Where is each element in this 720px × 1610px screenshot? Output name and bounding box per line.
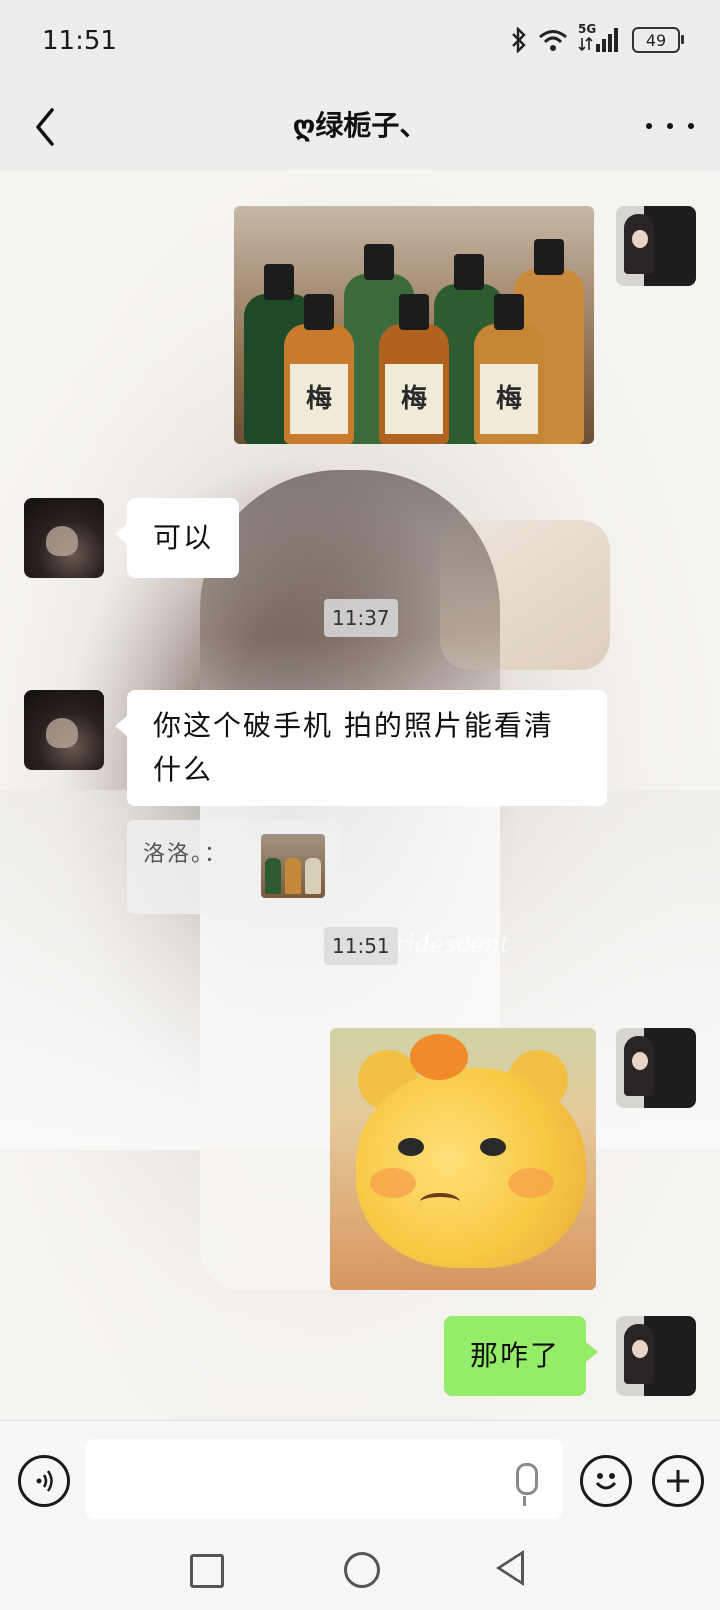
chat-header: ღ绿栀子、 — [0, 84, 720, 170]
chat-title[interactable]: ღ绿栀子、 — [0, 104, 720, 144]
wifi-icon — [539, 30, 567, 51]
status-bar: 11:51 5G 49 — [0, 0, 720, 84]
contact-avatar[interactable] — [24, 498, 104, 578]
message-bubble[interactable]: 可以 — [114, 498, 240, 578]
self-avatar[interactable] — [616, 206, 696, 286]
more-dots-icon[interactable] — [646, 106, 694, 146]
message-bubble[interactable]: 你这个破手机 拍的照片能看清 什么 — [115, 690, 607, 806]
voice-icon[interactable] — [18, 1455, 70, 1507]
message-text-line: 你这个破手机 拍的照片能看清 — [153, 709, 554, 742]
self-avatar[interactable] — [616, 1316, 696, 1396]
quote-thumbnail — [261, 834, 325, 898]
emoji-icon[interactable] — [580, 1455, 632, 1507]
bluetooth-icon — [512, 27, 526, 53]
message-timestamp: 11:51 — [324, 927, 398, 965]
contact-avatar[interactable] — [24, 690, 104, 770]
chat-area[interactable]: iridescent 梅 梅 梅 可以 11:37 你这个破手机 拍的照片能看清… — [0, 170, 720, 1420]
signal-icon: 5G — [578, 22, 622, 54]
self-avatar[interactable] — [616, 1028, 696, 1108]
status-icons: 5G 49 — [510, 22, 684, 56]
message-text-line: 什么 — [153, 753, 214, 786]
message-timestamp: 11:37 — [324, 599, 398, 637]
message-text: 可以 — [153, 521, 214, 554]
bottles-photo[interactable]: 梅 梅 梅 — [234, 206, 594, 444]
status-time: 11:51 — [42, 26, 117, 56]
battery-level: 49 — [645, 30, 667, 50]
message-bubble[interactable]: 那咋了 — [444, 1316, 599, 1396]
background-watermark: iridescent — [388, 930, 510, 958]
bottle-label: 梅 — [290, 364, 348, 434]
bear-sticker[interactable] — [330, 1028, 596, 1290]
back-icon[interactable] — [496, 1550, 524, 1586]
home-icon[interactable] — [344, 1552, 380, 1588]
microphone-icon[interactable] — [516, 1463, 538, 1506]
bottle-label: 梅 — [480, 364, 538, 434]
bottle-label: 梅 — [385, 364, 443, 434]
battery-icon: 49 — [632, 27, 684, 53]
message-input[interactable] — [86, 1439, 562, 1519]
quoted-message[interactable]: 洛洛。： — [127, 820, 341, 914]
plus-icon[interactable] — [652, 1455, 704, 1507]
input-bar — [0, 1420, 720, 1541]
message-text: 那咋了 — [470, 1339, 561, 1372]
system-nav-bar — [0, 1540, 720, 1610]
quote-sender: 洛洛。： — [143, 842, 229, 867]
recent-apps-icon[interactable] — [190, 1554, 224, 1588]
